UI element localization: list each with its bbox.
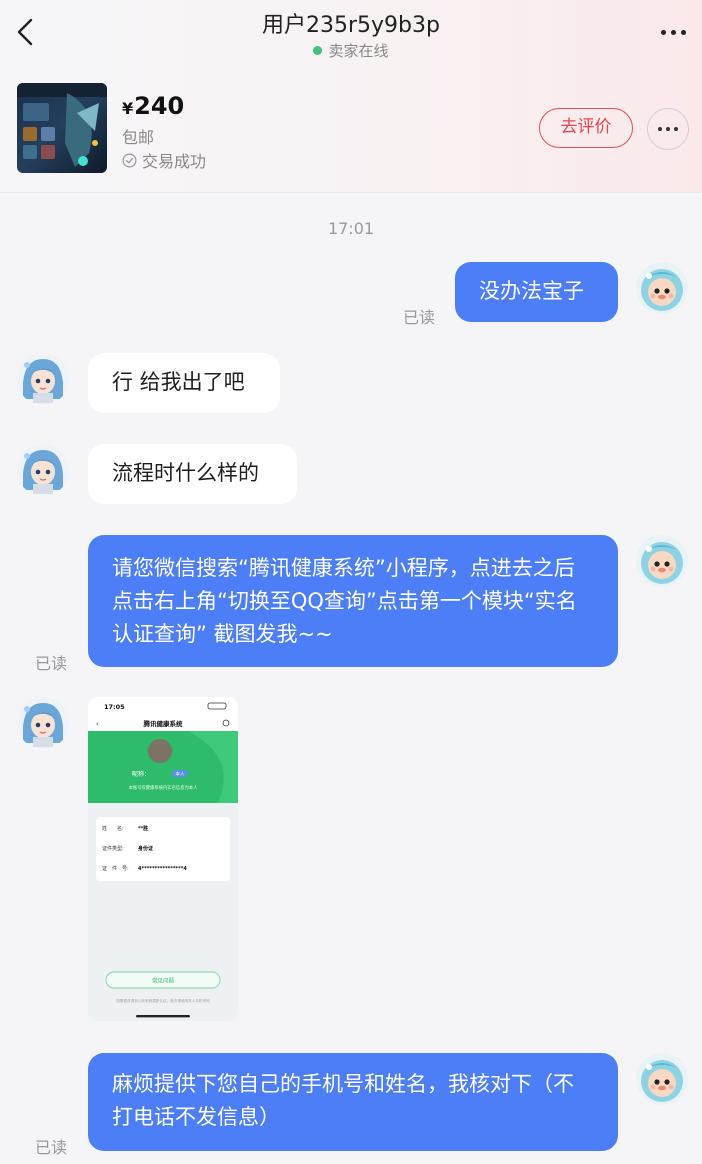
shipping-label: 包邮	[122, 128, 155, 147]
my-avatar[interactable]	[636, 1053, 688, 1105]
message-bubble-incoming[interactable]: 流程时什么样的	[88, 444, 297, 504]
message-text: 没办法宝子	[479, 279, 584, 303]
dot-icon	[670, 29, 676, 35]
deal-status: 交易成功	[122, 148, 206, 172]
shot-row-label: 证件类型:	[102, 845, 124, 852]
shot-app-title: 腾讯健康系统	[143, 719, 184, 728]
shot-row-label: 证 件 号:	[102, 865, 129, 872]
my-avatar[interactable]	[636, 262, 688, 314]
more-options-button[interactable]	[656, 20, 690, 44]
shot-row-value: 4****************4	[138, 866, 187, 872]
contact-avatar[interactable]	[17, 444, 69, 496]
avatar-image	[17, 353, 69, 405]
shot-row-value: **胜	[138, 825, 148, 832]
message-bubble-outgoing[interactable]: 麻烦提供下您自己的手机号和姓名，我核对下（不打电话不发信息）	[88, 1053, 618, 1151]
dot-icon	[674, 127, 678, 131]
my-avatar[interactable]	[636, 535, 688, 587]
online-status: 卖家在线	[0, 40, 702, 61]
price-value: 240	[134, 92, 185, 120]
read-receipt: 已读	[35, 654, 68, 673]
dot-icon	[658, 127, 662, 131]
message-bubble-outgoing[interactable]: 没办法宝子	[455, 262, 618, 322]
avatar-image	[636, 262, 688, 314]
shot-row-label: 姓 名:	[102, 825, 124, 832]
shot-time: 17:05	[104, 703, 125, 711]
avatar-image	[17, 444, 69, 496]
chat-title: 用户235r5y9b3p	[262, 13, 440, 38]
shot-button: 常见问题	[152, 977, 175, 985]
message-text: 麻烦提供下您自己的手机号和姓名，我核对下（不打电话不发信息）	[112, 1072, 574, 1129]
currency-symbol: ¥	[122, 99, 134, 118]
review-button[interactable]: 去评价	[539, 108, 633, 148]
message-bubble-outgoing[interactable]: 请您微信搜索“腾讯健康系统”小程序，点进去之后点击右上角“切换至QQ查询”点击第…	[88, 535, 618, 667]
product-thumbnail[interactable]	[17, 83, 107, 173]
check-circle-icon	[122, 153, 137, 167]
product-price: ¥240	[122, 92, 184, 120]
online-status-text: 卖家在线	[328, 42, 389, 60]
read-receipt: 已读	[403, 308, 436, 327]
message-text: 流程时什么样的	[112, 461, 259, 485]
contact-avatar[interactable]	[17, 697, 69, 749]
dot-icon	[680, 29, 686, 35]
message-timestamp: 17:01	[327, 219, 375, 238]
dot-icon	[660, 29, 666, 35]
read-receipt: 已读	[35, 1138, 68, 1157]
shot-notice: 本账号仅健康系统内实名信息为本人	[129, 784, 198, 791]
shot-tag: 本人	[176, 771, 185, 778]
online-dot-icon	[313, 46, 323, 55]
svg-text:‹: ‹	[96, 720, 99, 728]
avatar-image	[17, 697, 69, 749]
shot-row-value: 身份证	[138, 845, 153, 852]
shot-footer: 如需更改请到公安系统重新认证，首次请使用本人手机号码	[116, 998, 210, 1003]
message-image[interactable]: 17:05 ‹ 腾讯健康系统 昵称： 本人 本账号仅健康系统内实名信息为本人 姓…	[88, 697, 238, 1021]
shot-nickname: 昵称：	[132, 770, 150, 778]
dot-icon	[666, 127, 670, 131]
message-text: 行 给我出了吧	[112, 370, 245, 394]
message-bubble-incoming[interactable]: 行 给我出了吧	[88, 353, 280, 413]
message-text: 请您微信搜索“腾讯健康系统”小程序，点进去之后点击右上角“切换至QQ查询”点击第…	[112, 556, 577, 646]
avatar-image	[636, 1053, 688, 1105]
contact-avatar[interactable]	[17, 353, 69, 405]
product-more-button[interactable]	[647, 108, 689, 150]
avatar-image	[636, 535, 688, 587]
deal-status-text: 交易成功	[142, 152, 207, 171]
